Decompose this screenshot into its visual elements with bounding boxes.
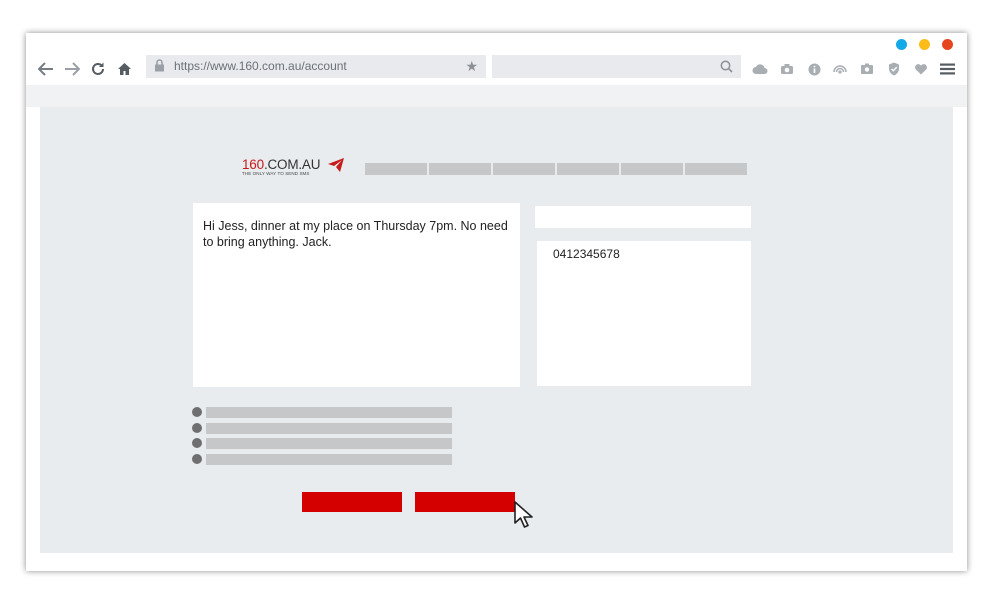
send-button[interactable]	[415, 492, 515, 512]
option-placeholder	[206, 438, 452, 449]
radio-bullet-icon[interactable]	[192, 407, 202, 417]
shield-check-icon[interactable]	[883, 58, 905, 80]
paper-plane-icon	[328, 158, 344, 177]
radio-bullet-icon[interactable]	[192, 422, 202, 433]
lock-icon	[154, 59, 165, 77]
name-field[interactable]	[535, 206, 751, 228]
browser-window: https://www.160.com.au/account ★ 160.COM…	[26, 33, 967, 571]
message-textarea[interactable]: Hi Jess, dinner at my place on Thursday …	[193, 203, 520, 387]
logo-brand-number: 160	[242, 157, 264, 172]
nav-item-3[interactable]	[493, 163, 555, 175]
site-logo[interactable]: 160.COM.AU THE ONLY WAY TO SEND SMS	[242, 157, 344, 176]
menu-icon[interactable]	[936, 58, 958, 80]
tab-strip	[26, 85, 967, 107]
mouse-cursor-icon	[514, 501, 538, 534]
window-dot-blue[interactable]	[896, 39, 907, 50]
web-page: 160.COM.AU THE ONLY WAY TO SEND SMS Hi J…	[40, 107, 953, 553]
bookmark-star-icon[interactable]: ★	[465, 58, 478, 75]
radio-bullet-icon[interactable]	[192, 438, 202, 448]
search-icon[interactable]	[720, 60, 733, 78]
url-text: https://www.160.com.au/account	[174, 59, 347, 73]
window-dot-yellow[interactable]	[919, 39, 930, 50]
site-nav	[365, 163, 747, 175]
window-dot-red[interactable]	[942, 39, 953, 50]
info-icon[interactable]	[803, 58, 825, 80]
forward-arrow-icon[interactable]	[61, 58, 83, 80]
nav-item-4[interactable]	[557, 163, 619, 175]
reload-icon[interactable]	[87, 58, 109, 80]
back-arrow-icon[interactable]	[35, 58, 57, 80]
message-text: Hi Jess, dinner at my place on Thursday …	[203, 219, 508, 249]
nav-item-5[interactable]	[621, 163, 683, 175]
logo-tagline: THE ONLY WAY TO SEND SMS	[242, 171, 310, 176]
recipients-field[interactable]: 0412345678	[537, 241, 751, 386]
nav-item-6[interactable]	[685, 163, 747, 175]
search-bar[interactable]	[492, 55, 741, 78]
camera-icon[interactable]	[776, 58, 798, 80]
radio-bullet-icon[interactable]	[192, 453, 202, 464]
option-placeholder	[206, 407, 452, 418]
nav-item-1[interactable]	[365, 163, 427, 175]
recipient-number: 0412345678	[553, 247, 620, 261]
logo-brand-suffix: .COM.AU	[263, 157, 321, 172]
option-placeholder	[206, 422, 452, 434]
option-placeholder	[206, 453, 452, 465]
nav-item-2[interactable]	[429, 163, 491, 175]
home-icon[interactable]	[113, 58, 135, 80]
logo-brand: 160.COM.AU	[242, 157, 320, 172]
address-bar[interactable]: https://www.160.com.au/account ★	[146, 55, 486, 78]
heart-icon[interactable]	[910, 58, 932, 80]
cloud-icon[interactable]	[749, 58, 771, 80]
broadcast-icon[interactable]	[829, 58, 851, 80]
photo-icon[interactable]	[856, 58, 878, 80]
primary-button-left[interactable]	[302, 492, 402, 512]
